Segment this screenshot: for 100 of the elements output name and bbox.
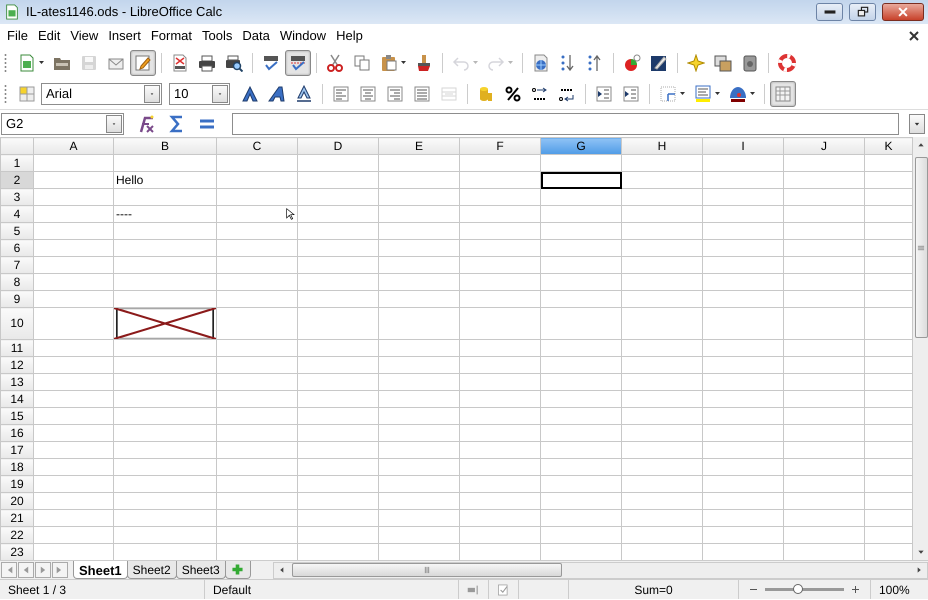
function-wizard-icon bbox=[138, 114, 156, 132]
sheet-position: Sheet 1 / 3 bbox=[0, 580, 205, 599]
vertical-scrollbar[interactable] bbox=[913, 137, 928, 560]
column-header[interactable]: C bbox=[216, 138, 298, 154]
increase-indent-icon bbox=[622, 84, 640, 102]
first-sheet-button[interactable] bbox=[1, 562, 17, 578]
row-header[interactable]: 1 bbox=[0, 154, 34, 172]
menu-item[interactable]: Insert bbox=[103, 24, 146, 46]
zoom-slider-thumb[interactable] bbox=[793, 584, 804, 594]
grip-icon bbox=[422, 566, 431, 574]
plus-icon bbox=[231, 563, 244, 576]
menu-item[interactable]: File bbox=[2, 24, 33, 46]
document-modified-icon bbox=[497, 582, 510, 596]
column-header[interactable]: G bbox=[540, 138, 622, 154]
previous-icon bbox=[21, 565, 31, 575]
bold-icon bbox=[241, 84, 259, 102]
row-header[interactable]: 3 bbox=[0, 188, 34, 206]
selected-cell[interactable] bbox=[540, 172, 622, 188]
next-sheet-button[interactable] bbox=[35, 562, 51, 578]
row-header[interactable]: 13 bbox=[0, 374, 34, 390]
horizontal-scrollbar[interactable] bbox=[272, 562, 928, 578]
sheet-tab[interactable]: Sheet3 bbox=[176, 561, 226, 579]
align-right-icon bbox=[386, 84, 404, 102]
row-header[interactable]: 12 bbox=[0, 356, 34, 374]
row-header[interactable]: 20 bbox=[0, 492, 34, 510]
coins-icon bbox=[477, 84, 495, 102]
pen-square-icon bbox=[650, 54, 668, 72]
column-header[interactable]: J bbox=[784, 138, 864, 154]
column-header[interactable]: E bbox=[378, 138, 460, 154]
row-header[interactable]: 17 bbox=[0, 442, 34, 458]
pencil-icon bbox=[134, 54, 152, 72]
row-header[interactable]: 9 bbox=[0, 290, 34, 308]
row-header[interactable]: 19 bbox=[0, 476, 34, 492]
row-header[interactable]: 14 bbox=[0, 390, 34, 408]
row-header[interactable]: 21 bbox=[0, 510, 34, 526]
cylinder-icon bbox=[741, 54, 759, 72]
previous-sheet-button[interactable] bbox=[18, 562, 34, 578]
row-header[interactable]: 10 bbox=[0, 308, 34, 340]
menu-item[interactable]: Data bbox=[237, 24, 275, 46]
menu-item[interactable]: Help bbox=[331, 24, 368, 46]
add-decimal-icon bbox=[531, 84, 549, 102]
sheet-tab[interactable]: Sheet1 bbox=[73, 561, 128, 579]
row-header[interactable]: 18 bbox=[0, 458, 34, 476]
menu-item[interactable]: View bbox=[65, 24, 104, 46]
column-header[interactable]: A bbox=[34, 138, 114, 154]
spellcheck-icon bbox=[262, 54, 280, 72]
minimize-button[interactable] bbox=[816, 3, 843, 21]
font-color-icon bbox=[729, 84, 747, 102]
scroll-thumb[interactable] bbox=[292, 563, 562, 577]
restore-button[interactable] bbox=[849, 3, 876, 21]
column-header[interactable]: I bbox=[702, 138, 784, 154]
row-header[interactable]: 6 bbox=[0, 240, 34, 256]
row-header[interactable]: 4 bbox=[0, 206, 34, 222]
column-header[interactable]: H bbox=[622, 138, 702, 154]
row-header[interactable]: 8 bbox=[0, 274, 34, 290]
row-header[interactable]: 15 bbox=[0, 408, 34, 424]
row-header[interactable]: 2 bbox=[0, 172, 34, 188]
printer-icon bbox=[198, 54, 216, 72]
toolbar-grip[interactable] bbox=[4, 84, 7, 104]
name-box[interactable]: G2 bbox=[1, 112, 124, 134]
row-header[interactable]: 11 bbox=[0, 340, 34, 356]
grid-icon bbox=[774, 84, 792, 102]
column-header[interactable]: K bbox=[864, 138, 912, 154]
formula-input[interactable] bbox=[232, 112, 899, 134]
menu-item[interactable]: Window bbox=[274, 24, 332, 46]
toolbar-button[interactable] bbox=[285, 50, 311, 76]
scissors-icon bbox=[326, 54, 344, 72]
copy-icon bbox=[353, 54, 371, 72]
close-button[interactable] bbox=[882, 3, 924, 21]
toolbar-grip[interactable] bbox=[4, 52, 7, 72]
sheet-tab[interactable]: Sheet2 bbox=[126, 561, 177, 579]
justify-icon bbox=[413, 84, 431, 102]
row-header[interactable]: 22 bbox=[0, 526, 34, 544]
menu-item[interactable]: Edit bbox=[32, 24, 66, 46]
column-header[interactable]: D bbox=[298, 138, 378, 154]
underline-icon bbox=[295, 84, 313, 102]
row-header[interactable]: 16 bbox=[0, 424, 34, 442]
last-sheet-button[interactable] bbox=[52, 562, 68, 578]
spreadsheet-icon bbox=[18, 54, 36, 72]
menu-item[interactable]: Tools bbox=[197, 24, 238, 46]
background-color-icon bbox=[694, 84, 712, 102]
scroll-thumb[interactable] bbox=[914, 157, 928, 338]
close-icon bbox=[908, 30, 920, 42]
cell-text[interactable]: ---- bbox=[114, 206, 216, 222]
row-header[interactable]: 5 bbox=[0, 222, 34, 240]
corner-cell[interactable] bbox=[0, 138, 34, 154]
font-name-field[interactable]: Arial bbox=[41, 82, 162, 104]
window-title: IL-ates1146.ods - LibreOffice Calc bbox=[26, 3, 224, 22]
cell-text[interactable]: Hello bbox=[114, 172, 216, 188]
row-header[interactable]: 7 bbox=[0, 256, 34, 274]
restore-icon bbox=[856, 5, 870, 19]
column-header[interactable]: B bbox=[114, 138, 216, 154]
expand-formula-button[interactable] bbox=[909, 114, 925, 134]
menu-item[interactable]: Format bbox=[146, 24, 197, 46]
plus-icon bbox=[851, 585, 860, 594]
column-header[interactable]: F bbox=[460, 138, 540, 154]
grip-icon bbox=[917, 244, 925, 252]
row-header[interactable]: 23 bbox=[0, 544, 34, 560]
font-size-field[interactable]: 10 bbox=[169, 82, 230, 104]
italic-icon bbox=[268, 84, 286, 102]
